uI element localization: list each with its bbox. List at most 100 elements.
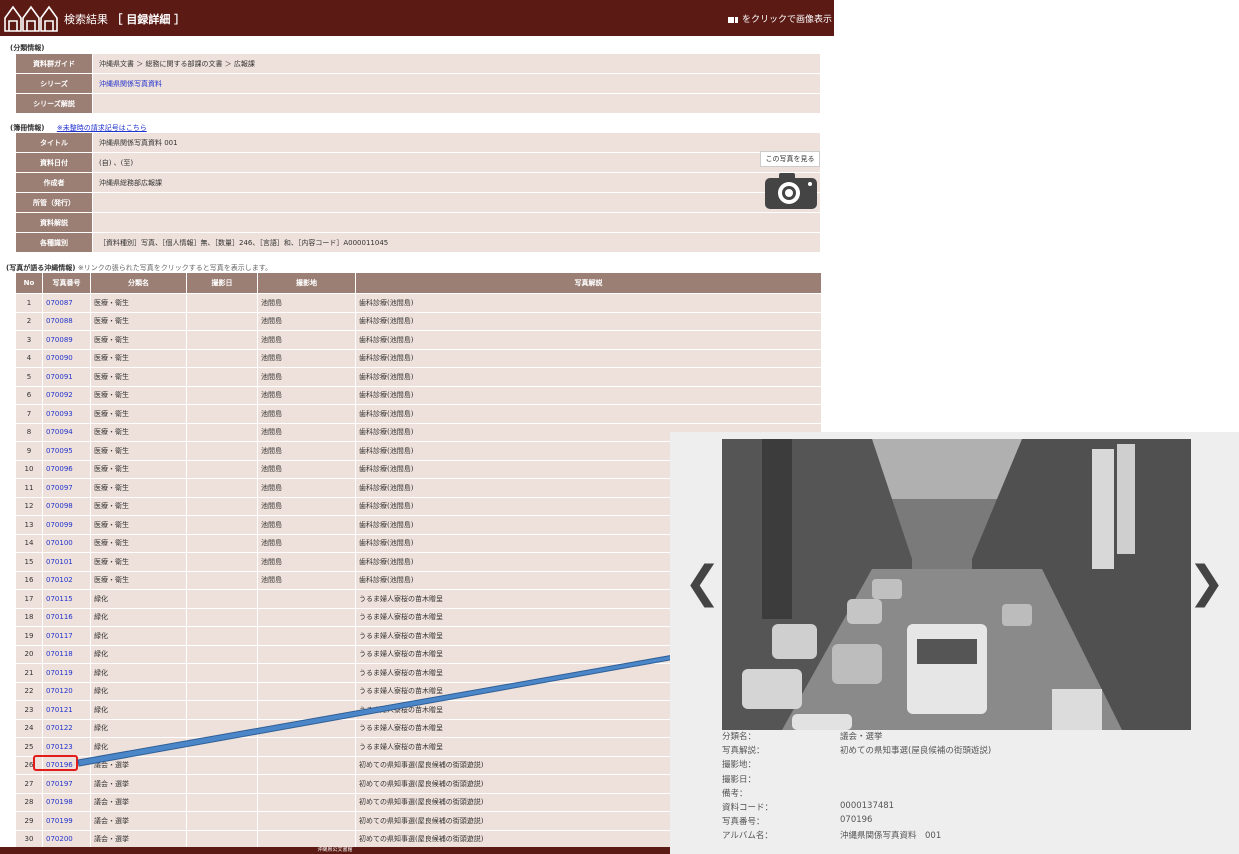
photo-id-link[interactable]: 070115 [42,589,91,609]
photo-id-link[interactable]: 070097 [42,478,91,498]
row-category: 医療・衛生 [90,293,187,313]
meta-row: 資料コード： 0000137481 [722,801,1202,815]
chevron-right-icon[interactable]: ❯ [1188,557,1225,608]
col-date: 撮影日 [186,272,258,294]
photo-id-link[interactable]: 070199 [42,811,91,831]
table-row: 5 070091 医療・衛生 池間島 歯科診療(池間島) [15,367,822,387]
col-no: No [15,272,43,294]
row-date [186,441,258,461]
photo-id-link[interactable]: 070089 [42,330,91,350]
row-category: 議会・選挙 [90,811,187,831]
classification-label-text: (分類情報) [10,44,45,52]
col-category: 分類名 [90,272,187,294]
photo-id-link[interactable]: 070101 [42,552,91,572]
photos-label-text: (写真が語る沖縄情報) [6,264,76,272]
photo-id-link[interactable]: 070200 [42,829,91,849]
photos-header-row: No 写真番号 分類名 撮影日 撮影地 写真解説 [15,272,822,294]
prev-button[interactable]: ❮ [684,557,721,608]
photo-id-link[interactable]: 070117 [42,626,91,646]
photo-id-link[interactable]: 070094 [42,422,91,442]
row-place [257,792,356,812]
series-link[interactable]: 沖縄県関係写真資料 [99,80,162,88]
row-value [92,93,821,114]
row-place [257,737,356,757]
row-place [257,718,356,738]
photo-id-link[interactable]: 070121 [42,700,91,720]
row-date [186,515,258,535]
row-date [186,459,258,479]
street-scene-image [722,439,1191,730]
row-place [257,681,356,701]
photo-id-link[interactable]: 070090 [42,348,91,368]
photo-id-link[interactable]: 070197 [42,774,91,794]
view-photo-label: この写真を見る [760,151,820,167]
photo-id-link[interactable]: 070091 [42,367,91,387]
row-number: 7 [15,404,43,424]
photo-id-link[interactable]: 070098 [42,496,91,516]
image-viewer: ❮ ❯ 分類名： 議会・選挙 写真解説： 初めての県知事選(屋良候補の街頭遊説) 撮… [670,432,1239,854]
row-date [186,663,258,683]
col-photo-id: 写真番号 [42,272,91,294]
photo-id-link[interactable]: 070116 [42,607,91,627]
footer: 沖縄県公文書館 [0,847,670,854]
book-row: タイトル 沖縄県関係写真資料 001 [15,132,821,153]
row-date [186,496,258,516]
row-date [186,293,258,313]
row-number: 30 [15,829,43,849]
row-key: 各種識別 [15,232,93,253]
meta-key: 備考： [722,788,748,799]
photo-id-link[interactable]: 070087 [42,293,91,313]
row-key: 作成者 [15,172,93,193]
request-code-link[interactable]: ※未整時の請求記号はこちら [57,124,147,132]
row-description: 歯科診療(池間島) [355,330,822,350]
row-category: 緑化 [90,737,187,757]
row-number: 17 [15,589,43,609]
table-row: 3 070089 医療・衛生 池間島 歯科診療(池間島) [15,330,822,350]
row-place: 池間島 [257,293,356,313]
row-number: 24 [15,718,43,738]
image-hint: をクリックで画像表示 [728,12,832,25]
row-category: 医療・衛生 [90,533,187,553]
photo-id-link[interactable]: 070088 [42,311,91,331]
row-date [186,422,258,442]
row-place: 池間島 [257,459,356,479]
row-category: 医療・衛生 [90,441,187,461]
row-date [186,644,258,664]
row-description: 歯科診療(池間島) [355,404,822,424]
photo-id-link[interactable]: 070096 [42,459,91,479]
row-number: 16 [15,570,43,590]
photo-id-link[interactable]: 070118 [42,644,91,664]
photo-id-link[interactable]: 070120 [42,681,91,701]
camera-icon[interactable] [763,170,819,210]
row-category: 議会・選挙 [90,829,187,849]
photo-id-link[interactable]: 070099 [42,515,91,535]
photo-id-link[interactable]: 070198 [42,792,91,812]
row-number: 9 [15,441,43,461]
classification-row: シリーズ解説 [15,93,821,114]
archive-logo-icon[interactable] [4,4,58,32]
selected-row-highlight [33,755,78,771]
row-date [186,626,258,646]
row-category: 議会・選挙 [90,792,187,812]
row-category: 緑化 [90,663,187,683]
photo-id-link[interactable]: 070102 [42,570,91,590]
row-category: 緑化 [90,607,187,627]
row-key: 資料日付 [15,152,93,173]
chevron-left-icon[interactable]: ❮ [684,557,721,608]
photo-id-link[interactable]: 070093 [42,404,91,424]
photo-id-link[interactable]: 070123 [42,737,91,757]
row-key: シリーズ [15,73,93,94]
photo-id-link[interactable]: 070100 [42,533,91,553]
row-number: 5 [15,367,43,387]
row-category: 医療・衛生 [90,478,187,498]
view-photo-button[interactable]: この写真を見る [760,151,820,211]
row-date [186,737,258,757]
photo-id-link[interactable]: 070095 [42,441,91,461]
row-date [186,311,258,331]
photo-id-link[interactable]: 070092 [42,385,91,405]
photo-id-link[interactable]: 070122 [42,718,91,738]
photo-id-link[interactable]: 070119 [42,663,91,683]
row-place [257,663,356,683]
next-button[interactable]: ❯ [1188,557,1225,608]
row-value: 沖縄県総務部広報課 [92,172,821,193]
